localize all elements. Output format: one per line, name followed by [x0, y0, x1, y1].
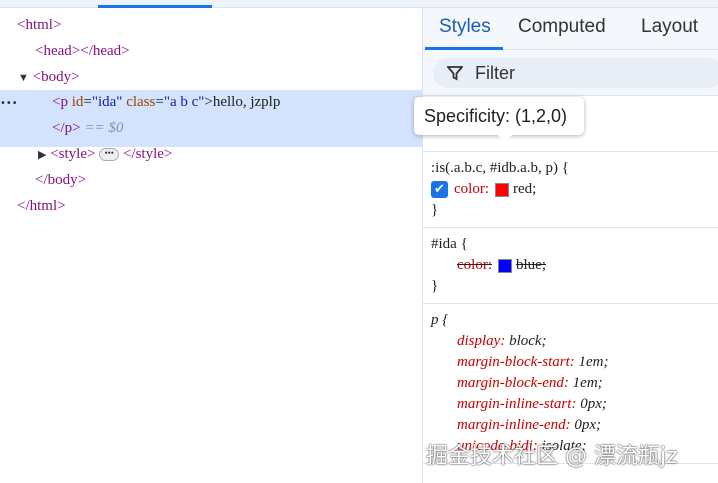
property-checkbox[interactable]: ✔	[431, 181, 448, 199]
property-value: block;	[509, 333, 547, 349]
filter-icon	[447, 66, 463, 81]
rule-selector: p {	[431, 312, 449, 328]
style-node[interactable]: ▶ <style> ••• </style>	[38, 141, 172, 167]
property-value: 0px;	[580, 396, 607, 412]
tab-layout[interactable]: Layout	[641, 16, 698, 38]
body-node[interactable]: ▼ <body>	[18, 64, 80, 90]
property-value[interactable]: red;	[513, 181, 536, 197]
color-swatch[interactable]	[495, 182, 509, 197]
property-name: margin-block-end:	[457, 375, 569, 391]
watermark: 掘金技术社区 @ 漂流瓶jz	[426, 444, 678, 469]
html-close-node[interactable]: </html>	[17, 193, 66, 219]
styles-tabs: Styles Computed Layout	[423, 8, 718, 50]
attr-value: "ida"	[91, 94, 123, 110]
rule-selector[interactable]: :is(.a.b.c, #idb.a.b, p) {	[431, 158, 711, 179]
p-close-node[interactable]: </p> == $0	[52, 115, 123, 141]
property-name: margin-block-start:	[457, 354, 575, 370]
tag: <p	[52, 94, 68, 110]
top-tab-bar	[0, 0, 718, 8]
css-rule-is: :is(.a.b.c, #idb.a.b, p) { ✔ color: red; }	[423, 152, 718, 228]
tag: </body>	[35, 172, 87, 188]
tag: </p>	[52, 120, 81, 136]
property-name: display:	[457, 333, 506, 349]
expand-triangle-icon[interactable]: ▼	[18, 72, 29, 84]
rule-close: }	[431, 202, 439, 218]
attr-name: class	[126, 94, 156, 110]
expand-triangle-icon[interactable]: ▶	[38, 149, 46, 161]
attr-name: id	[71, 94, 84, 110]
property-value[interactable]: blue;	[516, 257, 546, 273]
body-close-node[interactable]: </body>	[35, 167, 86, 193]
css-rule-ida: #ida { color: blue; }	[423, 228, 718, 304]
specificity-tooltip: Specificity: (1,2,0)	[414, 97, 584, 142]
collapsed-content-button[interactable]: •••	[99, 148, 120, 162]
elements-tree: <html> <head></head> ▼ <body> ••• <p id=…	[0, 8, 422, 483]
filter-input[interactable]: Filter	[433, 58, 718, 88]
node-text: >hello, jzplp	[204, 94, 281, 110]
filter-placeholder: Filter	[475, 63, 515, 83]
p-node[interactable]: <p id="ida" class="a b c">hello, jzplp	[52, 89, 280, 115]
tag: <style>	[50, 146, 96, 162]
attr-value: "a b c"	[163, 94, 205, 110]
tag: </html>	[17, 198, 66, 214]
color-swatch[interactable]	[498, 258, 512, 273]
head-node[interactable]: <head></head>	[35, 38, 130, 64]
property-value: 1em;	[572, 375, 603, 391]
tag: <head></head>	[35, 43, 130, 59]
console-ref: == $0	[84, 120, 124, 136]
property-name: margin-inline-start:	[457, 396, 577, 412]
property-name: margin-inline-end:	[457, 417, 571, 433]
node-menu-dots[interactable]: •••	[0, 89, 18, 115]
property-name[interactable]: color:	[457, 257, 492, 273]
styles-pane: Styles Computed Layout Filter element.st…	[422, 8, 718, 483]
property-value: 1em;	[578, 354, 609, 370]
rule-selector[interactable]: #ida {	[431, 234, 711, 255]
tag: </style>	[122, 146, 173, 162]
property-name[interactable]: color:	[454, 181, 489, 197]
rule-close: }	[431, 278, 439, 294]
tab-styles[interactable]: Styles	[439, 16, 491, 38]
property-value: 0px;	[574, 417, 601, 433]
html-open-node[interactable]: <html>	[17, 12, 61, 38]
tag: <html>	[17, 17, 62, 33]
tag: <body>	[32, 69, 80, 85]
tab-computed[interactable]: Computed	[518, 16, 606, 38]
